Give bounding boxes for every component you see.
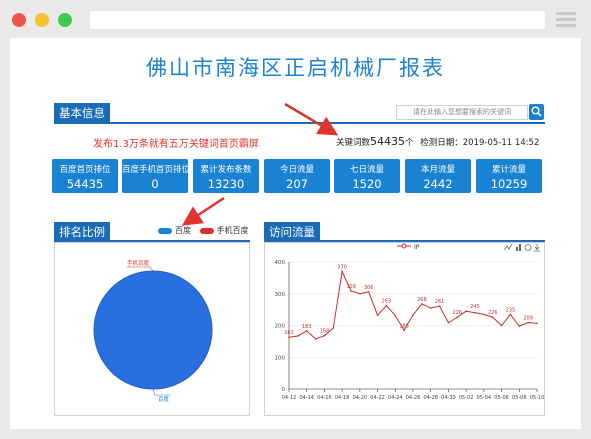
pie-label-line-mobile [127, 266, 154, 272]
data-point[interactable] [367, 291, 370, 293]
line-chart-panel: IP 0 100 200 300 400 04-12 04-14 04-16 04-18 04-… [264, 242, 545, 416]
browser-chrome [0, 0, 591, 38]
y-tick-label: 100 [275, 355, 286, 361]
x-tick-label: 04-28 [423, 395, 438, 401]
close-window-button[interactable] [12, 13, 26, 27]
hamburger-menu-icon[interactable] [556, 12, 576, 28]
data-point[interactable] [412, 314, 414, 316]
data-label: 226 [453, 310, 463, 316]
x-tick-label: 05-08 [512, 395, 527, 401]
data-point[interactable] [376, 314, 379, 317]
data-point[interactable] [323, 334, 326, 337]
report-page: 佛山市南海区正启机械厂报表 基本信息 请在此输入您想要搜索的关键词 发布1.3万… [10, 38, 581, 429]
line-legend[interactable]: IP [397, 243, 420, 251]
data-label: 309 [346, 284, 356, 290]
x-tick-label: 04-30 [441, 395, 456, 401]
data-point[interactable] [394, 314, 397, 317]
minimize-window-button[interactable] [35, 13, 49, 27]
maximize-window-button[interactable] [58, 13, 72, 27]
data-point[interactable] [509, 313, 512, 316]
arrow-to-keyword-count [284, 102, 339, 136]
data-point[interactable] [288, 336, 290, 339]
pie-chart-panel: 手机百度 百度 [54, 242, 250, 416]
x-tick-label: 04-20 [353, 395, 368, 401]
pie-legend[interactable]: 百度 手机百度 [158, 225, 249, 236]
x-tick-label: 04-14 [299, 395, 314, 401]
data-point[interactable] [438, 305, 441, 307]
data-point[interactable] [465, 310, 467, 313]
x-tick-label: 05-04 [477, 395, 492, 401]
data-label: 209 [523, 316, 533, 322]
line-chart-icon[interactable] [503, 243, 513, 251]
data-label: 370 [337, 265, 347, 271]
pie-label-line-baidu [152, 388, 171, 396]
data-point[interactable] [456, 316, 459, 319]
data-label: 245 [470, 304, 480, 310]
data-point[interactable] [518, 325, 521, 327]
data-point[interactable] [297, 335, 299, 337]
y-tick-label: 0 [282, 387, 286, 393]
data-point[interactable] [305, 330, 308, 332]
x-tick-label: 04-16 [317, 395, 332, 401]
data-point[interactable] [421, 303, 423, 305]
x-tick-label: 04-12 [282, 395, 297, 401]
data-point[interactable] [474, 312, 476, 314]
data-point[interactable] [385, 304, 388, 307]
chart-toolbar [503, 243, 540, 252]
legend-swatch-baidu [158, 227, 172, 234]
data-point[interactable] [483, 313, 485, 316]
data-label: 185 [399, 323, 409, 329]
y-tick-label: 400 [275, 260, 286, 266]
data-point[interactable] [314, 338, 317, 340]
data-point[interactable] [341, 270, 343, 273]
data-point[interactable] [403, 329, 405, 332]
data-label: 306 [364, 285, 374, 291]
data-point[interactable] [536, 322, 538, 325]
legend-swatch-mobile [199, 227, 214, 234]
data-label: 163 [284, 330, 294, 336]
section-title-ranking: 排名比例 [54, 222, 110, 242]
pie-label-mobile: 手机百度 [127, 259, 150, 267]
section-title-traffic: 访问流量 [264, 222, 320, 242]
legend-label: 百度 [175, 226, 191, 235]
y-tick-label: 200 [275, 324, 286, 330]
download-icon[interactable] [534, 244, 540, 252]
pie-slice-baidu[interactable] [93, 270, 213, 390]
x-tick-label: 05-10 [530, 395, 544, 401]
data-point[interactable] [350, 290, 352, 292]
data-label: 263 [382, 298, 392, 304]
arrow-to-published-card [181, 196, 225, 226]
line-chart: IP 0100200300400 04-12 04-14 04-16 04-18 04-… [275, 243, 544, 401]
data-label: 183 [302, 324, 312, 330]
data-point[interactable] [429, 307, 432, 309]
data-point[interactable] [527, 321, 529, 324]
legend-label-ip: IP [414, 244, 420, 251]
pie-chart: 手机百度 百度 [93, 259, 213, 403]
x-tick-label: 04-22 [370, 395, 385, 401]
refresh-icon[interactable] [524, 244, 532, 251]
data-label: 261 [435, 299, 445, 305]
data-point[interactable] [500, 324, 503, 327]
pie-label-baidu: 百度 [158, 395, 170, 403]
y-tick-label: 300 [275, 292, 286, 298]
data-label: 268 [417, 297, 427, 303]
address-bar[interactable] [90, 11, 545, 29]
bar-chart-icon[interactable] [516, 244, 521, 251]
x-tick-label: 04-18 [335, 395, 350, 401]
x-tick-label: 05-06 [494, 395, 509, 401]
data-point[interactable] [359, 292, 361, 295]
legend-label: 手机百度 [216, 226, 249, 235]
x-tick-label: 04-24 [388, 395, 403, 401]
x-tick-label: 05-02 [459, 395, 474, 401]
browser-window: 佛山市南海区正启机械厂报表 基本信息 请在此输入您想要搜索的关键词 发布1.3万… [0, 0, 591, 439]
x-tick-label: 04-26 [406, 395, 421, 401]
data-point[interactable] [491, 316, 494, 319]
data-point[interactable] [447, 321, 450, 324]
data-label: 168 [320, 329, 330, 335]
data-label: 235 [506, 307, 516, 313]
data-point[interactable] [332, 327, 335, 329]
data-label: 226 [488, 310, 498, 316]
